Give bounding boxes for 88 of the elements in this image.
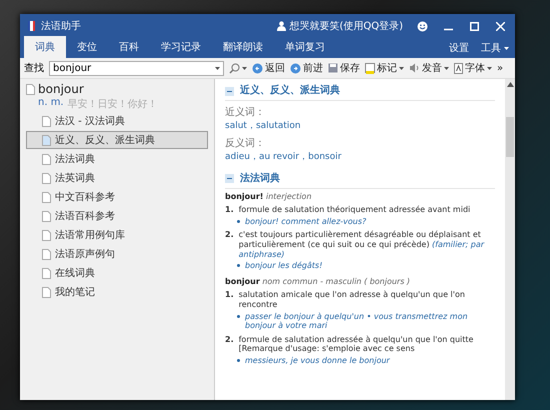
font-icon [454,62,463,74]
bullet-icon [237,358,240,362]
dictionary-item[interactable]: 法汉 - 汉法词典 [26,112,208,130]
dictionary-item[interactable]: 法法词典 [26,150,208,168]
scrollbar[interactable] [505,79,515,400]
sense-number: 2. [225,230,234,242]
toolbar-button[interactable]: 字体 [454,61,492,75]
definition: c'est toujours particulièrement désagréable ou déplaisant et particulièrement (ce qui suit ou ce qui précède) (familier; par antiphrase) [238,230,486,260]
definition: formule de salutation adressée à quelqu'un que l'on quitte [Remarque d'usage: s'emploie avec ce sens [238,334,474,354]
user-icon [277,21,286,31]
caret-icon [399,66,404,70]
search-icon [229,62,240,74]
caret-icon [242,66,247,70]
sense-number: 1. [225,290,234,302]
toolbar-button[interactable]: 返回 [252,61,285,75]
document-icon [42,230,51,240]
caret-icon [504,46,509,50]
definition: formule de salutation théoriquement adressée avant midi [238,205,470,215]
sense-number: 2. [225,334,234,346]
smiley-icon[interactable] [416,20,428,32]
scroll-up-icon[interactable] [506,82,514,87]
dictionary-item[interactable]: 法英词典 [26,169,208,187]
section-title: 法法词典 [240,172,280,185]
document-icon [26,84,35,94]
search-label: 查找 [24,62,44,75]
menu-button[interactable]: 工具 [475,37,515,59]
headword: bonjour [38,82,84,96]
document-icon [42,286,51,298]
note-icon [365,62,375,74]
example: messieurs, je vous donne le bonjour [245,356,390,366]
more-button[interactable]: » [497,62,504,74]
document-icon [42,154,51,164]
document-icon [42,172,51,184]
maximize-icon[interactable] [470,22,478,30]
tab[interactable]: 变位 [66,36,108,58]
word-links: adieu，au revoir，bonsoir [225,152,342,163]
example: bonjour! comment allez-vous? [245,216,366,226]
toolbar-button[interactable]: 标记 [365,61,404,75]
document-icon [42,248,51,260]
tab[interactable]: 翻译朗读 [212,36,274,58]
tab[interactable]: 学习记录 [150,36,212,58]
dictionary-item[interactable]: 法语常用例句库 [26,226,208,244]
example: passer le bonjour à quelqu'un • vous transmettrez mon bonjour à votre mari [245,312,469,331]
meaning: 早安！日安！你好！ [68,98,158,111]
tab[interactable]: 单词复习 [274,36,336,58]
document-icon [42,210,51,222]
group-label: 反义词： [225,138,266,150]
dictionary-item[interactable]: 法语原声例句 [26,245,208,263]
dictionary-item[interactable]: 近义、反义、派生词典 [26,131,208,149]
tab[interactable]: 词典 [24,36,66,58]
collapse-icon[interactable] [225,86,234,96]
caret-icon [444,66,449,70]
window-title: 法语助手 [41,20,81,33]
sense-number: 1. [225,205,234,215]
part-of-speech: n. m. [38,97,64,110]
group-label: 近义词： [225,107,266,119]
speaker-icon [409,63,420,73]
menu-button[interactable]: 设置 [443,37,475,59]
scrollbar-thumb[interactable] [506,117,514,157]
entry-heading: bonjour! interjection [225,192,313,202]
user-name: 想哭就要笑(使用QQ登录) [289,20,403,33]
entry-heading: bonjour nom commun - masculin ( bonjours ) [225,276,412,286]
example: bonjour les dégâts! [245,261,322,271]
dictionary-item[interactable]: 在线词典 [26,264,208,282]
caret-icon [215,66,220,70]
tab[interactable]: 百科 [108,36,150,58]
document-icon [42,268,51,278]
dictionary-item[interactable]: 我的笔记 [26,283,208,301]
document-icon [42,116,51,126]
dictionary-item[interactable]: 法语百科参考 [26,207,208,225]
search-button[interactable] [229,62,247,74]
definition: salutation amicale que l'on adresse à quelqu'un que l'on rencontre [238,290,466,310]
close-icon[interactable] [496,22,504,30]
document-icon [42,192,51,202]
dictionary-item[interactable]: 中文百科参考 [26,188,208,206]
flag-icon [28,21,35,31]
caret-icon [487,66,492,70]
toolbar-button[interactable]: 前进 [290,61,323,75]
bullet-icon [237,264,240,268]
section-title: 近义、反义、派生词典 [240,85,340,97]
bullet-icon [237,314,240,318]
search-field[interactable]: bonjour [49,60,224,76]
collapse-icon[interactable] [225,174,234,184]
toolbar-button[interactable]: 发音 [409,61,449,75]
document-icon [42,134,51,146]
bullet-icon [237,220,240,223]
toolbar-button[interactable]: 保存 [328,61,360,75]
word-links: salut，salutation [225,121,302,132]
